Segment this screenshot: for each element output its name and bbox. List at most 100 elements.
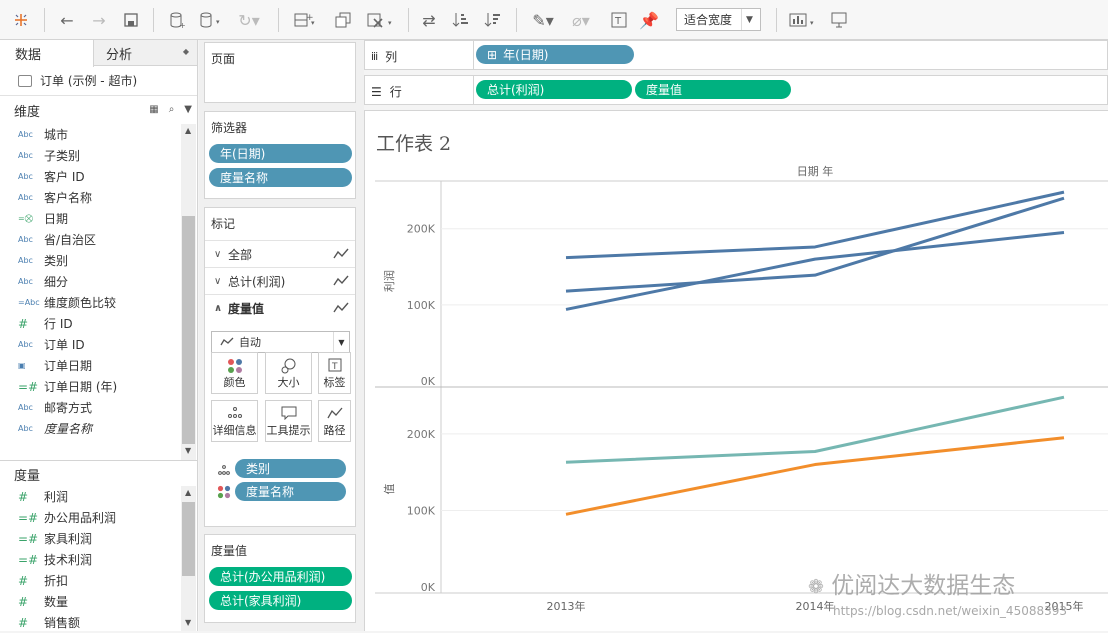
dimension-field[interactable]: =⛒ 日期	[0, 208, 180, 229]
scroll-up-icon[interactable]: ▲	[185, 488, 191, 497]
tab-data[interactable]: 数据	[0, 40, 94, 67]
watermark: ❁ 优阅达大数据生态	[808, 566, 1015, 600]
sort-ascending-icon[interactable]	[450, 8, 472, 32]
clear-sheet-icon[interactable]: ▾	[364, 8, 398, 32]
marks-row-profit[interactable]: ∨ 总计(利润)	[205, 267, 355, 294]
measure-value-pill-office[interactable]: 总计(办公用品利润)	[209, 567, 352, 586]
show-me-icon[interactable]: ▾	[786, 8, 820, 32]
tab-analysis[interactable]: 分析	[106, 40, 132, 66]
scroll-down-icon[interactable]: ▼	[185, 446, 191, 455]
mark-pill-measure-names[interactable]: 度量名称	[235, 482, 346, 501]
measures-header: 度量	[0, 462, 198, 486]
label-button[interactable]: T 标签	[318, 352, 351, 394]
group-members-icon[interactable]: ⌀▾	[566, 8, 596, 32]
rows-icon: ☰	[371, 84, 382, 99]
dimension-field[interactable]: Abc 细分	[0, 271, 180, 292]
measure-field[interactable]: =# 家具利润	[0, 528, 180, 549]
rows-shelf[interactable]: ☰ 行 总计(利润) 度量值	[364, 75, 1108, 105]
scroll-down-icon[interactable]: ▼	[185, 618, 191, 627]
dimension-field[interactable]: Abc 城市	[0, 124, 180, 145]
rows-pill-profit[interactable]: 总计(利润)	[476, 80, 632, 99]
marks-row-measure-values[interactable]: ∧ 度量值	[205, 294, 355, 321]
dimension-field[interactable]: Abc 订单 ID	[0, 334, 180, 355]
measure-field[interactable]: # 数量	[0, 591, 180, 612]
measure-value-pill-furniture[interactable]: 总计(家具利润)	[209, 591, 352, 610]
sort-descending-icon[interactable]	[482, 8, 504, 32]
dimensions-scroll-thumb[interactable]	[182, 216, 195, 444]
dimension-field[interactable]: =# 订单日期 (年)	[0, 376, 180, 397]
undo-icon[interactable]: ←	[56, 8, 78, 32]
datasource-item[interactable]: 订单 (示例 - 超市)	[0, 66, 197, 96]
field-type-icon: ▣	[18, 361, 26, 370]
dimensions-title: 维度	[14, 104, 41, 120]
chart-svg: 日期 年0K100K200K利润0K100K200K值2013年 2014年 201…	[375, 164, 1108, 613]
pages-card[interactable]: 页面	[204, 42, 356, 103]
path-label: 路径	[323, 424, 346, 437]
tab-sort-icon[interactable]: ◆	[183, 47, 189, 56]
new-worksheet-icon[interactable]: + ▾	[290, 8, 320, 32]
refresh-icon[interactable]: ↻▾	[234, 8, 264, 32]
fit-dropdown[interactable]: 适合宽度 ▼	[676, 8, 761, 31]
filter-pill-measure-names[interactable]: 度量名称	[209, 168, 352, 187]
new-datasource-icon[interactable]: +	[166, 8, 188, 32]
fit-dropdown-label: 适合宽度	[684, 13, 733, 27]
field-label: 城市	[44, 128, 69, 142]
tooltip-button[interactable]: 工具提示	[265, 400, 312, 442]
size-button[interactable]: 大小	[265, 352, 312, 394]
presentation-mode-icon[interactable]	[828, 8, 850, 32]
chevron-down-icon[interactable]: ▼	[184, 104, 192, 115]
dimension-field[interactable]: Abc 省/自治区	[0, 229, 180, 250]
view-list-icon[interactable]: ▦	[149, 104, 158, 115]
path-button[interactable]: 路径	[318, 400, 351, 442]
show-mark-labels-icon[interactable]: T	[608, 8, 630, 32]
wechat-icon: ❁	[808, 576, 824, 598]
measure-field[interactable]: =# 技术利润	[0, 549, 180, 570]
highlight-icon[interactable]: ✎▾	[528, 8, 558, 32]
fix-axes-pin-icon[interactable]: 📌	[638, 8, 660, 32]
dimension-field[interactable]: Abc 子类别	[0, 145, 180, 166]
dimensions-list: Abc 城市 Abc 子类别 Abc 客户 ID Abc 客户名称 =⛒ 日期 Abc 省/自治区 Ab…	[0, 124, 180, 439]
measure-field[interactable]: # 销售额	[0, 612, 180, 633]
columns-label: 列	[385, 50, 398, 64]
filter-pill-year[interactable]: 年(日期)	[209, 144, 352, 163]
cards-column: 页面 筛选器 年(日期) 度量名称 标记 ∨ 全部 ∨ 总计(利润) ∧ 度量值…	[199, 40, 364, 631]
scroll-up-icon[interactable]: ▲	[185, 126, 191, 135]
redo-icon[interactable]: →	[88, 8, 110, 32]
measure-field[interactable]: # 折扣	[0, 570, 180, 591]
field-label: 度量名称	[44, 422, 93, 436]
dimension-field[interactable]: # 行 ID	[0, 313, 180, 334]
svg-text:T: T	[331, 362, 338, 372]
dimension-field[interactable]: Abc 邮寄方式	[0, 397, 180, 418]
tooltip-label: 工具提示	[266, 424, 311, 437]
line-mark-icon	[333, 248, 349, 259]
dimension-field[interactable]: Abc 度量名称	[0, 418, 180, 439]
duplicate-sheet-icon[interactable]	[332, 8, 354, 32]
save-icon[interactable]	[120, 8, 142, 32]
search-icon[interactable]: ⌕	[169, 104, 175, 115]
datasource-label: 订单 (示例 - 超市)	[40, 74, 138, 88]
measure-field[interactable]: =# 办公用品利润	[0, 507, 180, 528]
dimension-field[interactable]: ▣ 订单日期	[0, 355, 180, 376]
mark-pill-category[interactable]: 类别	[235, 459, 346, 478]
marks-row-all[interactable]: ∨ 全部	[205, 240, 355, 267]
dimension-field[interactable]: Abc 客户 ID	[0, 166, 180, 187]
y-tick-label: 0K	[421, 581, 436, 594]
dimension-field[interactable]: Abc 客户名称	[0, 187, 180, 208]
pause-updates-icon[interactable]: ▾	[196, 8, 226, 32]
series-line	[565, 436, 1065, 516]
field-label: 订单日期 (年)	[44, 380, 118, 394]
columns-pill-year[interactable]: ⊞ 年(日期)	[476, 45, 634, 64]
mark-type-dropdown[interactable]: 自动 ▼	[211, 331, 350, 353]
columns-shelf[interactable]: iii 列 ⊞ 年(日期)	[364, 40, 1108, 70]
color-button[interactable]: 颜色	[211, 352, 258, 394]
measure-field[interactable]: # 利润	[0, 486, 180, 507]
dimension-field[interactable]: Abc 类别	[0, 250, 180, 271]
measures-scroll-thumb[interactable]	[182, 502, 195, 576]
rows-pill-measure-values[interactable]: 度量值	[635, 80, 791, 99]
field-type-icon: =Abc	[18, 298, 40, 307]
dimension-field[interactable]: =Abc 维度颜色比较	[0, 292, 180, 313]
swap-rows-columns-icon[interactable]: ⇄	[418, 8, 440, 32]
detail-button[interactable]: 详细信息	[211, 400, 258, 442]
x-tick-label: 2014年	[796, 599, 835, 613]
tableau-logo-icon[interactable]	[10, 8, 32, 32]
